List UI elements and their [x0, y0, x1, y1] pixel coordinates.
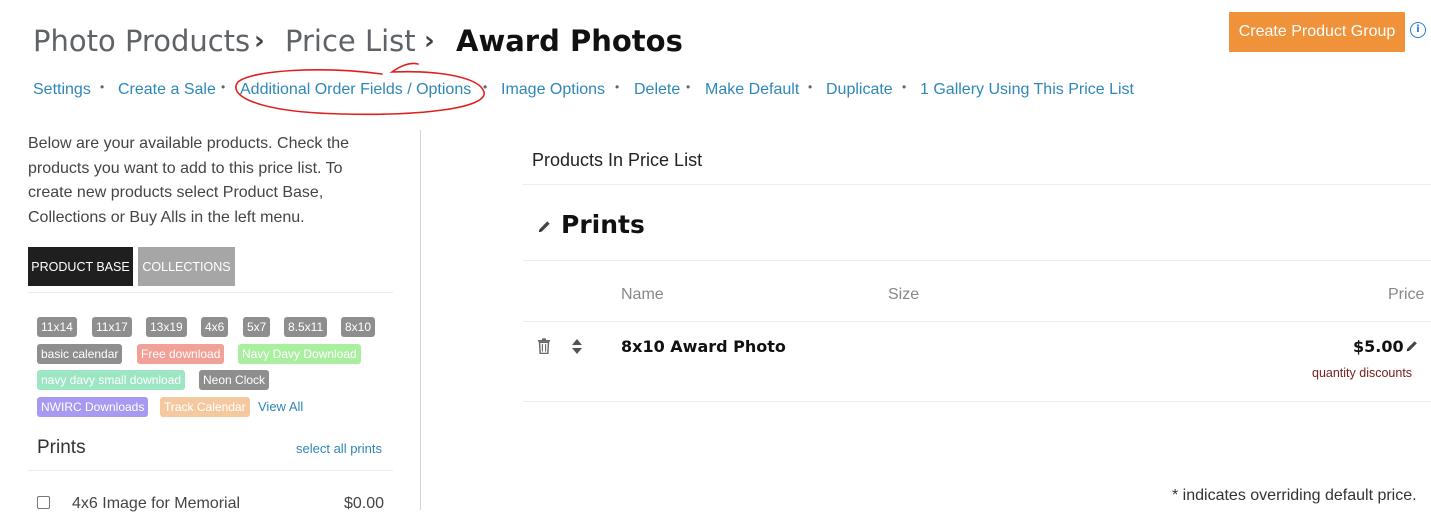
tag-5x7[interactable]: 5x7: [243, 317, 271, 337]
tag-navy-davy-small-download[interactable]: navy davy small download: [37, 370, 186, 390]
tag-8x10[interactable]: 8x10: [341, 317, 376, 337]
select-all-prints-link[interactable]: select all prints: [296, 441, 382, 456]
info-icon[interactable]: i: [1410, 22, 1426, 38]
page-title: Award Photos: [456, 24, 683, 58]
separator-dot: •: [100, 80, 105, 94]
divider: [523, 260, 1431, 261]
breadcrumb-price-list[interactable]: Price List: [285, 24, 416, 58]
product-name: 4x6 Image for Memorial: [72, 495, 241, 512]
duplicate-link[interactable]: Duplicate: [826, 81, 893, 99]
image-options-link[interactable]: Image Options: [501, 81, 605, 99]
price-list-item-price: $5.00: [1353, 337, 1404, 356]
tag-navy-davy-download[interactable]: Navy Davy Download: [238, 344, 361, 364]
tag-13x19[interactable]: 13x19: [146, 317, 187, 337]
settings-link[interactable]: Settings: [33, 81, 91, 99]
divider: [523, 184, 1431, 185]
column-header-name: Name: [621, 286, 664, 303]
trash-icon[interactable]: [537, 338, 551, 354]
breadcrumb-chevron-icon: ›: [424, 26, 435, 56]
tag-basic-calendar[interactable]: basic calendar: [37, 344, 123, 364]
separator-dot: •: [686, 80, 691, 94]
separator-dot: •: [902, 80, 907, 94]
separator-dot: •: [808, 80, 813, 94]
tag-11x17[interactable]: 11x17: [92, 317, 132, 337]
divider: [28, 292, 393, 293]
group-title-prints: Prints: [561, 210, 645, 239]
tab-product-base[interactable]: PRODUCT BASE: [28, 247, 133, 286]
delete-link[interactable]: Delete: [634, 81, 680, 99]
quantity-discounts-link[interactable]: quantity discounts: [1312, 366, 1412, 380]
divider: [523, 401, 1431, 402]
edit-price-pencil-icon[interactable]: [1405, 339, 1419, 353]
separator-dot: •: [221, 80, 226, 94]
red-circle-annotation: [235, 62, 485, 116]
tag-4x6[interactable]: 4x6: [201, 317, 229, 337]
separator-dot: •: [615, 80, 620, 94]
divider: [523, 321, 1431, 322]
galleries-using-link[interactable]: 1 Gallery Using This Price List: [920, 81, 1134, 99]
tag-track-calendar[interactable]: Track Calendar: [160, 397, 250, 417]
column-header-price: Price: [1388, 286, 1425, 303]
overriding-price-footnote: * indicates overriding default price.: [1172, 487, 1417, 504]
breadcrumb-chevron-icon: ›: [254, 26, 265, 56]
products-in-price-list-title: Products In Price List: [532, 150, 703, 170]
instructions-text: Below are your available products. Check…: [28, 135, 350, 226]
price-list-item-name: 8x10 Award Photo: [621, 337, 786, 356]
view-all-link[interactable]: View All: [258, 399, 303, 414]
column-header-size: Size: [888, 286, 920, 303]
sort-handle-icon[interactable]: [571, 338, 583, 355]
divider: [28, 470, 393, 471]
create-sale-link[interactable]: Create a Sale: [118, 81, 216, 99]
breadcrumb-photo-products[interactable]: Photo Products: [33, 24, 250, 58]
tab-collections[interactable]: COLLECTIONS: [138, 247, 235, 286]
edit-group-pencil-icon[interactable]: [537, 219, 552, 234]
product-checkbox[interactable]: [37, 496, 50, 509]
make-default-link[interactable]: Make Default: [705, 81, 799, 99]
create-product-group-button[interactable]: Create Product Group: [1229, 12, 1405, 52]
tag-free-download[interactable]: Free download: [137, 344, 225, 364]
tag-neon-clock[interactable]: Neon Clock: [199, 370, 270, 390]
tag-8-5x11[interactable]: 8.5x11: [284, 317, 328, 337]
product-price: $0.00: [344, 495, 385, 512]
column-divider: [420, 130, 421, 510]
tag-11x14[interactable]: 11x14: [37, 317, 77, 337]
prints-section-heading: Prints: [37, 437, 86, 458]
tag-nwirc-downloads[interactable]: NWIRC Downloads: [37, 397, 149, 417]
